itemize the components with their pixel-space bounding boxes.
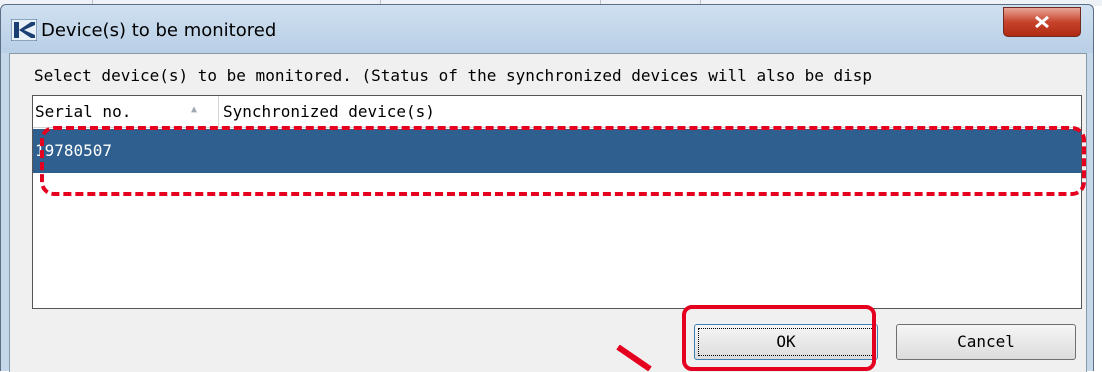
- dialog-client-area: Select device(s) to be monitored. (Statu…: [9, 53, 1087, 372]
- ok-button-annotation: [682, 305, 876, 371]
- column-header-label: Serial no.: [35, 102, 132, 121]
- instruction-text: Select device(s) to be monitored. (Statu…: [34, 66, 873, 85]
- title-bar[interactable]: Device(s) to be monitored: [1, 5, 1093, 53]
- sort-ascending-icon: ▲: [191, 104, 198, 115]
- cancel-button[interactable]: Cancel: [896, 324, 1076, 360]
- close-x-icon: [1035, 15, 1049, 29]
- annotation-arrow-icon: [616, 345, 652, 371]
- column-header-serial[interactable]: Serial no. ▲: [33, 96, 219, 127]
- cancel-button-label: Cancel: [957, 332, 1015, 351]
- selected-row-annotation: [40, 126, 1086, 196]
- column-header-label: Synchronized device(s): [223, 102, 435, 121]
- k-logo-icon: [10, 18, 38, 42]
- window-title: Device(s) to be monitored: [41, 20, 277, 41]
- column-header-synchronized[interactable]: Synchronized device(s): [219, 96, 539, 127]
- close-button[interactable]: [1003, 7, 1081, 37]
- list-header: Serial no. ▲ Synchronized device(s): [33, 96, 1081, 128]
